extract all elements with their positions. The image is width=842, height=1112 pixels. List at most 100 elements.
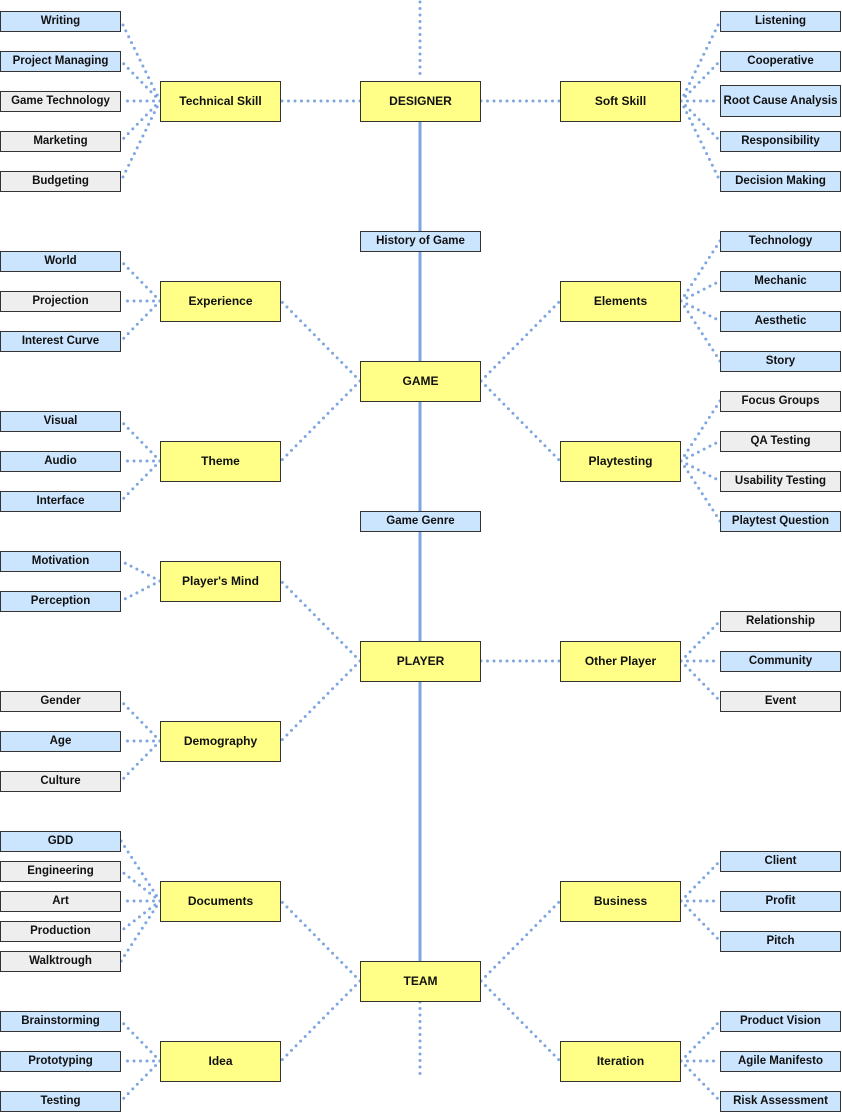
leaf-node-client[interactable]: Client xyxy=(720,850,841,872)
leaf-node-walktrough[interactable]: Walktrough xyxy=(0,950,121,972)
business-to-team-connector xyxy=(479,899,562,983)
leaf-node-age[interactable]: Age xyxy=(0,730,121,752)
leaf-node-audio[interactable]: Audio xyxy=(0,450,121,472)
leaf-node-mechanic[interactable]: Mechanic xyxy=(720,270,841,292)
iteration-to-team-connector xyxy=(479,979,562,1063)
leaf-node-root-cause-analysis-label: Root Cause Analysis xyxy=(723,95,838,107)
leaf-node-walktrough-label: Walktrough xyxy=(29,955,92,967)
leaf-node-profit[interactable]: Profit xyxy=(720,890,841,912)
leaf-node-visual-label: Visual xyxy=(43,415,78,427)
category-node-business[interactable]: Business xyxy=(560,880,681,922)
spine-node-team[interactable]: TEAM xyxy=(360,960,481,1002)
leaf-node-story[interactable]: Story xyxy=(720,350,841,372)
experience-child-connector xyxy=(119,299,162,343)
leaf-node-pitch-label: Pitch xyxy=(766,935,795,947)
leaf-node-perception[interactable]: Perception xyxy=(0,590,121,612)
leaf-node-product-vision[interactable]: Product Vision xyxy=(720,1010,841,1032)
technical-skill-child-connector xyxy=(119,99,162,143)
category-node-documents[interactable]: Documents xyxy=(160,880,281,922)
leaf-node-event[interactable]: Event xyxy=(720,690,841,712)
spine-node-history[interactable]: History of Game xyxy=(360,230,481,252)
leaf-node-project-managing[interactable]: Project Managing xyxy=(0,50,121,72)
leaf-node-motivation[interactable]: Motivation xyxy=(0,550,121,572)
leaf-node-marketing[interactable]: Marketing xyxy=(0,130,121,152)
leaf-node-writing[interactable]: Writing xyxy=(0,10,121,32)
category-node-experience[interactable]: Experience xyxy=(160,280,281,322)
leaf-node-aesthetic[interactable]: Aesthetic xyxy=(720,310,841,332)
category-node-technical-skill[interactable]: Technical Skill xyxy=(160,80,281,122)
leaf-node-agile-manifesto[interactable]: Agile Manifesto xyxy=(720,1050,841,1072)
players-mind-child-connector xyxy=(119,579,162,603)
spine-node-genre[interactable]: Game Genre xyxy=(360,510,481,532)
leaf-node-qa-testing[interactable]: QA Testing xyxy=(720,430,841,452)
leaf-node-brainstorming[interactable]: Brainstorming xyxy=(0,1010,121,1032)
leaf-node-interface[interactable]: Interface xyxy=(0,490,121,512)
business-child-connector xyxy=(679,859,722,903)
leaf-node-playtest-question[interactable]: Playtest Question xyxy=(720,510,841,532)
leaf-node-interest-curve[interactable]: Interest Curve xyxy=(0,330,121,352)
spine-node-game[interactable]: GAME xyxy=(360,360,481,402)
spine-node-player[interactable]: PLAYER xyxy=(360,640,481,682)
leaf-node-art[interactable]: Art xyxy=(0,890,121,912)
leaf-node-gdd[interactable]: GDD xyxy=(0,830,121,852)
documents-child-connector xyxy=(119,899,162,963)
leaf-node-technology[interactable]: Technology xyxy=(720,230,841,252)
category-node-other-player[interactable]: Other Player xyxy=(560,640,681,682)
experience-child-connector xyxy=(119,259,162,303)
idea-child-connector xyxy=(119,1019,162,1063)
experience-to-game-connector xyxy=(279,299,362,383)
leaf-node-relationship[interactable]: Relationship xyxy=(720,610,841,632)
leaf-node-community[interactable]: Community xyxy=(720,650,841,672)
leaf-node-world[interactable]: World xyxy=(0,250,121,272)
leaf-node-aesthetic-label: Aesthetic xyxy=(754,315,807,327)
leaf-node-technology-label: Technology xyxy=(748,235,813,247)
category-node-soft-skill[interactable]: Soft Skill xyxy=(560,80,681,122)
leaf-node-visual[interactable]: Visual xyxy=(0,410,121,432)
leaf-node-testing[interactable]: Testing xyxy=(0,1090,121,1112)
leaf-node-production[interactable]: Production xyxy=(0,920,121,942)
leaf-node-qa-testing-label: QA Testing xyxy=(750,435,811,447)
leaf-node-pitch[interactable]: Pitch xyxy=(720,930,841,952)
leaf-node-usability-testing[interactable]: Usability Testing xyxy=(720,470,841,492)
category-node-playtesting[interactable]: Playtesting xyxy=(560,440,681,482)
leaf-node-engineering[interactable]: Engineering xyxy=(0,860,121,882)
leaf-node-budgeting[interactable]: Budgeting xyxy=(0,170,121,192)
leaf-node-risk-assessment[interactable]: Risk Assessment xyxy=(720,1090,841,1112)
leaf-node-interface-label: Interface xyxy=(36,495,85,507)
leaf-node-decision-making[interactable]: Decision Making xyxy=(720,170,841,192)
idea-to-team-connector xyxy=(279,979,362,1063)
category-node-iteration[interactable]: Iteration xyxy=(560,1040,681,1082)
leaf-node-game-technology[interactable]: Game Technology xyxy=(0,90,121,112)
spine-node-team-label: TEAM xyxy=(403,974,438,988)
category-node-documents-label: Documents xyxy=(187,894,254,908)
documents-to-team-connector xyxy=(279,899,362,983)
leaf-node-focus-groups[interactable]: Focus Groups xyxy=(720,390,841,412)
spine-node-genre-label: Game Genre xyxy=(386,515,455,527)
category-node-demography[interactable]: Demography xyxy=(160,720,281,762)
leaf-node-interest-curve-label: Interest Curve xyxy=(21,335,100,347)
leaf-node-decision-making-label: Decision Making xyxy=(735,175,826,187)
theme-child-connector xyxy=(119,459,162,503)
elements-child-connector xyxy=(679,299,722,363)
leaf-node-prototyping[interactable]: Prototyping xyxy=(0,1050,121,1072)
spine-node-designer[interactable]: DESIGNER xyxy=(360,80,481,122)
leaf-node-usability-testing-label: Usability Testing xyxy=(734,475,827,487)
leaf-node-projection[interactable]: Projection xyxy=(0,290,121,312)
leaf-node-project-managing-label: Project Managing xyxy=(12,55,109,67)
leaf-node-responsibility[interactable]: Responsibility xyxy=(720,130,841,152)
leaf-node-community-label: Community xyxy=(748,655,813,667)
leaf-node-cooperative[interactable]: Cooperative xyxy=(720,50,841,72)
category-node-players-mind[interactable]: Player's Mind xyxy=(160,560,281,602)
leaf-node-art-label: Art xyxy=(52,895,69,907)
leaf-node-listening[interactable]: Listening xyxy=(720,10,841,32)
category-node-theme[interactable]: Theme xyxy=(160,440,281,482)
leaf-node-perception-label: Perception xyxy=(30,595,91,607)
leaf-node-root-cause-analysis[interactable]: Root Cause Analysis xyxy=(720,85,841,117)
leaf-node-gender[interactable]: Gender xyxy=(0,690,121,712)
leaf-node-culture[interactable]: Culture xyxy=(0,770,121,792)
category-node-elements[interactable]: Elements xyxy=(560,280,681,322)
category-node-demography-label: Demography xyxy=(183,734,258,748)
soft-skill-child-connector xyxy=(679,19,722,103)
category-node-idea[interactable]: Idea xyxy=(160,1040,281,1082)
leaf-node-client-label: Client xyxy=(764,855,797,867)
